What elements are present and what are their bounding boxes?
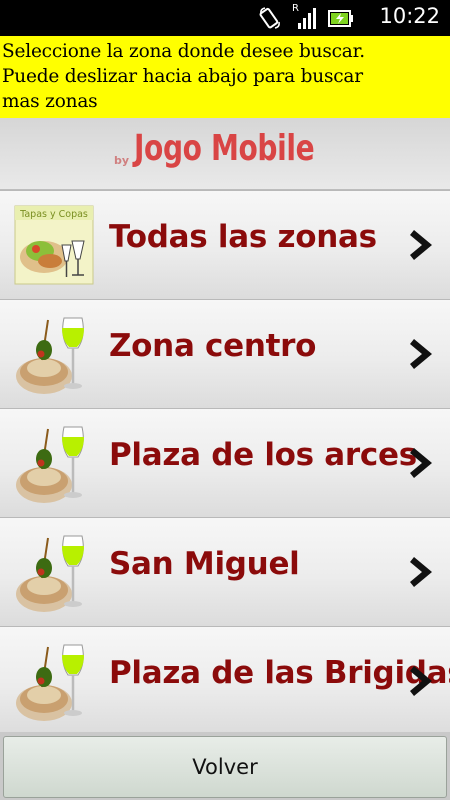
zone-item-plaza-de-los-arces[interactable]: Plaza de los arces: [0, 408, 450, 517]
tapa-and-wine-icon: [16, 426, 84, 503]
footer-bar: Volver: [0, 732, 450, 800]
tapa-and-wine-icon: [16, 535, 84, 612]
zone-label: Zona centro: [109, 328, 317, 364]
zone-list[interactable]: Tapas y Copas Todas las zonas Zona centr…: [0, 190, 450, 732]
instruction-banner: Seleccione la zona donde desee buscar. P…: [0, 36, 450, 118]
brand-name: Jogo Mobile: [134, 128, 315, 169]
chevron-right-icon: [410, 339, 432, 369]
zone-item-todas-las-zonas[interactable]: Tapas y Copas Todas las zonas: [0, 190, 450, 299]
tapa-and-wine-icon: [16, 644, 84, 721]
status-bar: R 10:22: [0, 0, 450, 36]
tapas-y-copas-logo-icon: Tapas y Copas: [14, 205, 94, 285]
zone-label: San Miguel: [109, 546, 300, 582]
brand-by: by: [114, 154, 130, 167]
clock: 10:22: [379, 4, 440, 28]
zone-item-san-miguel[interactable]: San Miguel: [0, 517, 450, 626]
zone-label: Plaza de las Brigidas: [109, 655, 450, 691]
zone-label: Plaza de los arces: [109, 437, 417, 473]
chevron-right-icon: [410, 230, 432, 260]
tapa-and-wine-icon: [16, 317, 84, 394]
tapas-logo-text: Tapas y Copas: [19, 209, 88, 220]
zone-item-zona-centro[interactable]: Zona centro: [0, 299, 450, 408]
chevron-right-icon: [410, 666, 432, 696]
battery-charging-icon: [328, 10, 353, 27]
back-button[interactable]: Volver: [3, 736, 447, 798]
chevron-right-icon: [410, 557, 432, 587]
zone-item-plaza-de-las-brigidas[interactable]: Plaza de las Brigidas: [0, 626, 450, 732]
signal-icon: R: [292, 3, 318, 30]
brand-header: by Jogo Mobile: [0, 118, 450, 190]
chevron-right-icon: [410, 448, 432, 478]
status-icons: R: [258, 3, 354, 31]
screen-rotate-icon: [259, 7, 280, 29]
zone-label: Todas las zonas: [109, 219, 377, 255]
